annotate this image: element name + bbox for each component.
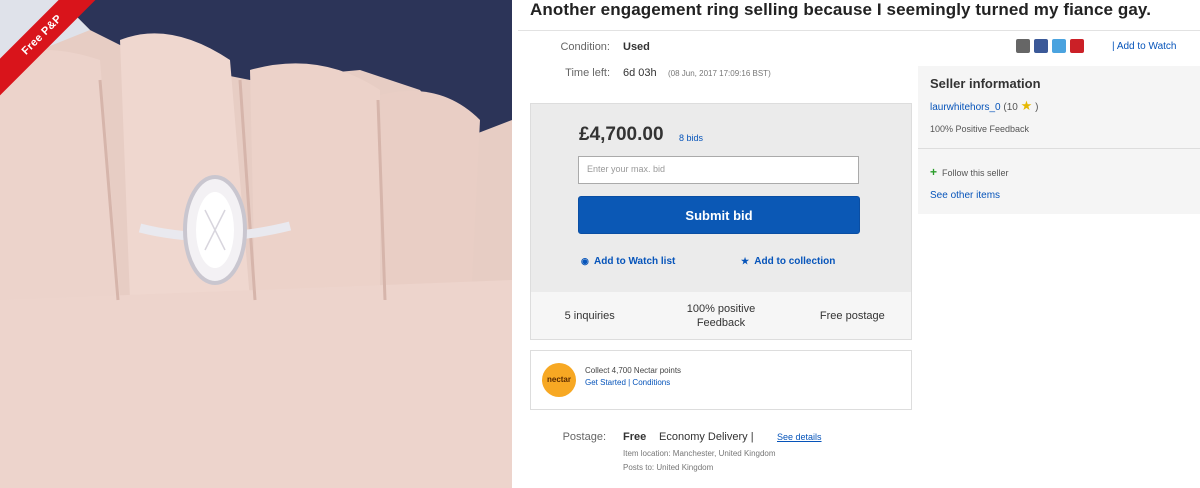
twitter-share-icon[interactable] [1052, 39, 1066, 53]
seller-name-link[interactable]: laurwhitehors_0 [930, 102, 1001, 113]
add-to-watch-link[interactable]: | Add to Watch [1112, 41, 1176, 52]
ring-hand-image [0, 0, 512, 488]
nectar-box: nectar Collect 4,700 Nectar points Get S… [530, 350, 912, 410]
pinterest-share-icon[interactable] [1070, 39, 1084, 53]
see-other-items-link[interactable]: See other items [930, 190, 1000, 201]
seller-panel: Seller information laurwhitehors_0 (10 ★… [918, 66, 1200, 214]
eye-icon: ◉ [581, 256, 589, 266]
listing-title: Another engagement ring selling because … [530, 0, 1152, 19]
see-details-link[interactable]: See details [777, 432, 822, 442]
item-location: Item location: Manchester, United Kingdo… [623, 449, 776, 458]
nectar-points-text: Collect 4,700 Nectar points [585, 366, 682, 375]
nectar-links[interactable]: Get Started | Conditions [585, 378, 670, 387]
condition-label: Condition: [560, 41, 610, 53]
postage-label: Postage: [562, 431, 606, 443]
add-to-watchlist-link[interactable]: ◉ Add to Watch list [581, 256, 675, 267]
feedback-stat: 100% positive Feedback [686, 302, 756, 329]
submit-bid-button[interactable]: Submit bid [578, 196, 860, 234]
collection-label: Add to collection [754, 256, 836, 267]
posts-to: Posts to: United Kingdom [623, 463, 714, 472]
add-to-collection-link[interactable]: ★ Add to collection [741, 256, 835, 267]
inquiries-stat: 5 inquiries [564, 309, 615, 322]
seller-divider [918, 148, 1200, 149]
email-share-icon[interactable] [1016, 39, 1030, 53]
follow-seller[interactable]: + Follow this seller [930, 165, 1009, 179]
title-divider [518, 30, 1200, 31]
listing-stats: 5 inquiries 100% positive Feedback Free … [530, 292, 912, 340]
seller-score-end: ) [1035, 102, 1039, 113]
bid-panel: £4,700.00 8 bids Enter your max. bid Sub… [530, 103, 912, 293]
current-price: £4,700.00 [579, 124, 664, 145]
seller-score: (10 [1003, 102, 1018, 113]
watchlist-label: Add to Watch list [594, 256, 676, 267]
time-left-label: Time left: [565, 67, 610, 79]
seller-feedback: 100% Positive Feedback [930, 124, 1030, 134]
follow-label: Follow this seller [942, 168, 1009, 178]
postage-free: Free [623, 431, 647, 443]
postage-method: Economy Delivery | [659, 431, 754, 443]
product-photo[interactable]: Free P&P [0, 0, 512, 488]
max-bid-input[interactable]: Enter your max. bid [578, 156, 859, 184]
time-left-detail: (08 Jun, 2017 17:09:16 BST) [668, 69, 771, 78]
seller-name-row: laurwhitehors_0 (10 ★ ) [930, 98, 1038, 114]
condition-value: Used [623, 41, 650, 53]
time-left-value: 6d 03h [623, 67, 657, 79]
seller-heading: Seller information [930, 76, 1041, 91]
nectar-logo: nectar [542, 363, 576, 397]
bid-count-link[interactable]: 8 bids [679, 133, 703, 143]
facebook-share-icon[interactable] [1034, 39, 1048, 53]
postage-stat: Free postage [819, 309, 885, 322]
plus-icon: + [930, 165, 938, 179]
share-icons [1016, 39, 1084, 53]
star-icon: ★ [741, 256, 750, 266]
seller-star-icon: ★ [1020, 98, 1033, 113]
